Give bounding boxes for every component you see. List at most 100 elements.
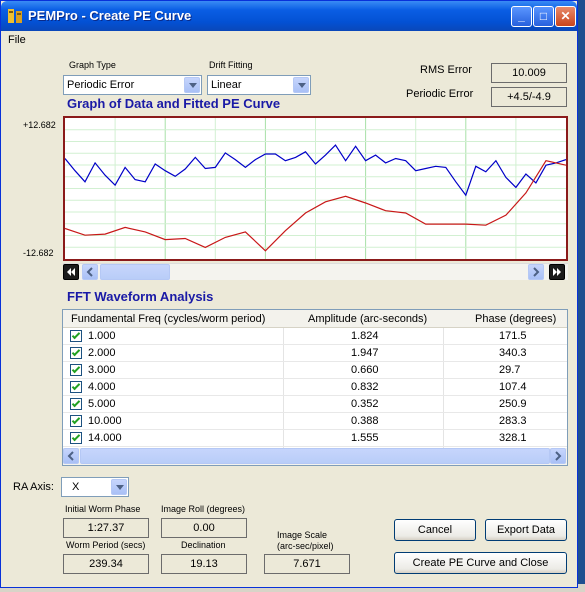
row-checkbox[interactable] xyxy=(70,415,82,427)
maximize-button[interactable]: □ xyxy=(533,6,554,27)
close-button[interactable]: ✕ xyxy=(555,6,576,27)
phase-cell: 250.9 xyxy=(499,398,527,410)
amplitude-cell: 0.660 xyxy=(351,364,379,376)
freq-cell: 1.000 xyxy=(88,330,116,342)
freq-cell: 5.000 xyxy=(88,398,116,410)
minimize-icon: _ xyxy=(518,9,525,23)
table-row[interactable]: 3.000 0.660 29.7 xyxy=(63,362,567,379)
amplitude-cell: 1.824 xyxy=(351,330,379,342)
ra-axis-select[interactable]: X xyxy=(61,477,129,497)
amplitude-cell: 1.947 xyxy=(351,347,379,359)
phase-cell: 171.5 xyxy=(499,330,527,342)
graph-title: Graph of Data and Fitted PE Curve xyxy=(67,96,281,111)
image-roll-value: 0.00 xyxy=(161,518,247,538)
initial-worm-phase-value: 1:27.37 xyxy=(63,518,149,538)
row-checkbox[interactable] xyxy=(70,330,82,342)
title-bar[interactable]: PEMPro - Create PE Curve _ □ ✕ xyxy=(1,1,577,31)
create-pe-curve-close-button[interactable]: Create PE Curve and Close xyxy=(394,552,567,574)
column-header-freq[interactable]: Fundamental Freq (cycles/worm period) xyxy=(71,313,265,325)
graph-type-label: Graph Type xyxy=(69,60,116,70)
scroll-left-icon[interactable] xyxy=(82,264,98,280)
image-scale-label: Image Scale xyxy=(277,530,328,540)
freq-cell: 2.000 xyxy=(88,347,116,359)
scroll-first-icon[interactable] xyxy=(63,264,79,280)
row-checkbox[interactable] xyxy=(70,381,82,393)
scroll-right-icon[interactable] xyxy=(528,264,544,280)
checkmark-icon xyxy=(71,347,81,357)
fft-table: Fundamental Freq (cycles/worm period) Am… xyxy=(62,309,568,466)
worm-period-value: 239.34 xyxy=(63,554,149,574)
fft-title: FFT Waveform Analysis xyxy=(67,289,214,304)
checkmark-icon xyxy=(71,398,81,408)
image-scale-unit-label: (arc-sec/pixel) xyxy=(277,541,334,551)
table-row[interactable]: 4.000 0.832 107.4 xyxy=(63,379,567,396)
declination-label: Declination xyxy=(181,540,226,550)
freq-cell: 10.000 xyxy=(88,415,122,427)
drift-fitting-value: Linear xyxy=(211,79,242,91)
drift-fitting-label: Drift Fitting xyxy=(209,60,253,70)
graph-type-value: Periodic Error xyxy=(67,79,135,91)
phase-cell: 29.7 xyxy=(499,364,521,376)
phase-cell: 328.1 xyxy=(499,432,527,444)
scroll-thumb[interactable] xyxy=(80,448,550,464)
phase-cell: 340.3 xyxy=(499,347,527,359)
client-area: Graph Type Periodic Error Drift Fitting … xyxy=(4,49,574,585)
declination-value: 19.13 xyxy=(161,554,247,574)
initial-worm-phase-label: Initial Worm Phase xyxy=(65,504,141,514)
checkmark-icon xyxy=(71,432,81,442)
graph-scrollbar[interactable] xyxy=(63,263,568,280)
ra-axis-label: RA Axis: xyxy=(13,481,54,493)
ra-axis-value: X xyxy=(72,481,80,493)
phase-cell: 107.4 xyxy=(499,381,527,393)
window-title: PEMPro - Create PE Curve xyxy=(28,8,192,23)
periodic-error-value: +4.5/-4.9 xyxy=(491,87,567,107)
freq-cell: 3.000 xyxy=(88,364,116,376)
chevron-down-icon[interactable] xyxy=(111,479,127,495)
chevron-down-icon[interactable] xyxy=(184,77,200,93)
image-roll-label: Image Roll (degrees) xyxy=(161,504,246,514)
table-row[interactable]: 2.000 1.947 340.3 xyxy=(63,345,567,362)
row-checkbox[interactable] xyxy=(70,398,82,410)
scroll-last-icon[interactable] xyxy=(549,264,565,280)
y-max-label: +12.682 xyxy=(23,120,56,130)
scroll-left-icon[interactable] xyxy=(63,448,79,464)
freq-cell: 14.000 xyxy=(88,432,122,444)
fft-table-header: Fundamental Freq (cycles/worm period) Am… xyxy=(63,310,567,328)
amplitude-cell: 0.388 xyxy=(351,415,379,427)
amplitude-cell: 1.555 xyxy=(351,432,379,444)
fft-horizontal-scrollbar[interactable] xyxy=(63,448,567,465)
table-row[interactable]: 5.000 0.352 250.9 xyxy=(63,396,567,413)
scroll-right-icon[interactable] xyxy=(550,448,566,464)
graph-type-select[interactable]: Periodic Error xyxy=(63,75,202,95)
cancel-button[interactable]: Cancel xyxy=(394,519,476,541)
drift-fitting-select[interactable]: Linear xyxy=(207,75,311,95)
row-checkbox[interactable] xyxy=(70,432,82,444)
column-header-amplitude[interactable]: Amplitude (arc-seconds) xyxy=(308,313,427,325)
checkmark-icon xyxy=(71,381,81,391)
checkmark-icon xyxy=(71,330,81,340)
table-row[interactable]: 14.000 1.555 328.1 xyxy=(63,430,567,447)
pe-curve-window: PEMPro - Create PE Curve _ □ ✕ File Grap… xyxy=(0,0,578,588)
freq-cell: 4.000 xyxy=(88,381,116,393)
export-data-button[interactable]: Export Data xyxy=(485,519,567,541)
y-min-label: -12.682 xyxy=(23,248,54,258)
rms-error-value: 10.009 xyxy=(491,63,567,83)
worm-period-label: Worm Period (secs) xyxy=(66,540,146,550)
scroll-thumb[interactable] xyxy=(100,264,170,280)
row-checkbox[interactable] xyxy=(70,347,82,359)
column-header-phase[interactable]: Phase (degrees) xyxy=(475,313,556,325)
table-row[interactable]: 1.000 1.824 171.5 xyxy=(63,328,567,345)
minimize-button[interactable]: _ xyxy=(511,6,532,27)
amplitude-cell: 0.832 xyxy=(351,381,379,393)
row-checkbox[interactable] xyxy=(70,364,82,376)
chevron-down-icon[interactable] xyxy=(293,77,309,93)
menu-bar: File xyxy=(1,31,577,49)
pe-graph xyxy=(63,116,568,261)
close-icon: ✕ xyxy=(560,9,571,23)
checkmark-icon xyxy=(71,415,81,425)
maximize-icon: □ xyxy=(539,9,548,23)
periodic-error-label: Periodic Error xyxy=(406,88,474,100)
table-row[interactable]: 10.000 0.388 283.3 xyxy=(63,413,567,430)
menu-file[interactable]: File xyxy=(8,34,26,46)
phase-cell: 283.3 xyxy=(499,415,527,427)
